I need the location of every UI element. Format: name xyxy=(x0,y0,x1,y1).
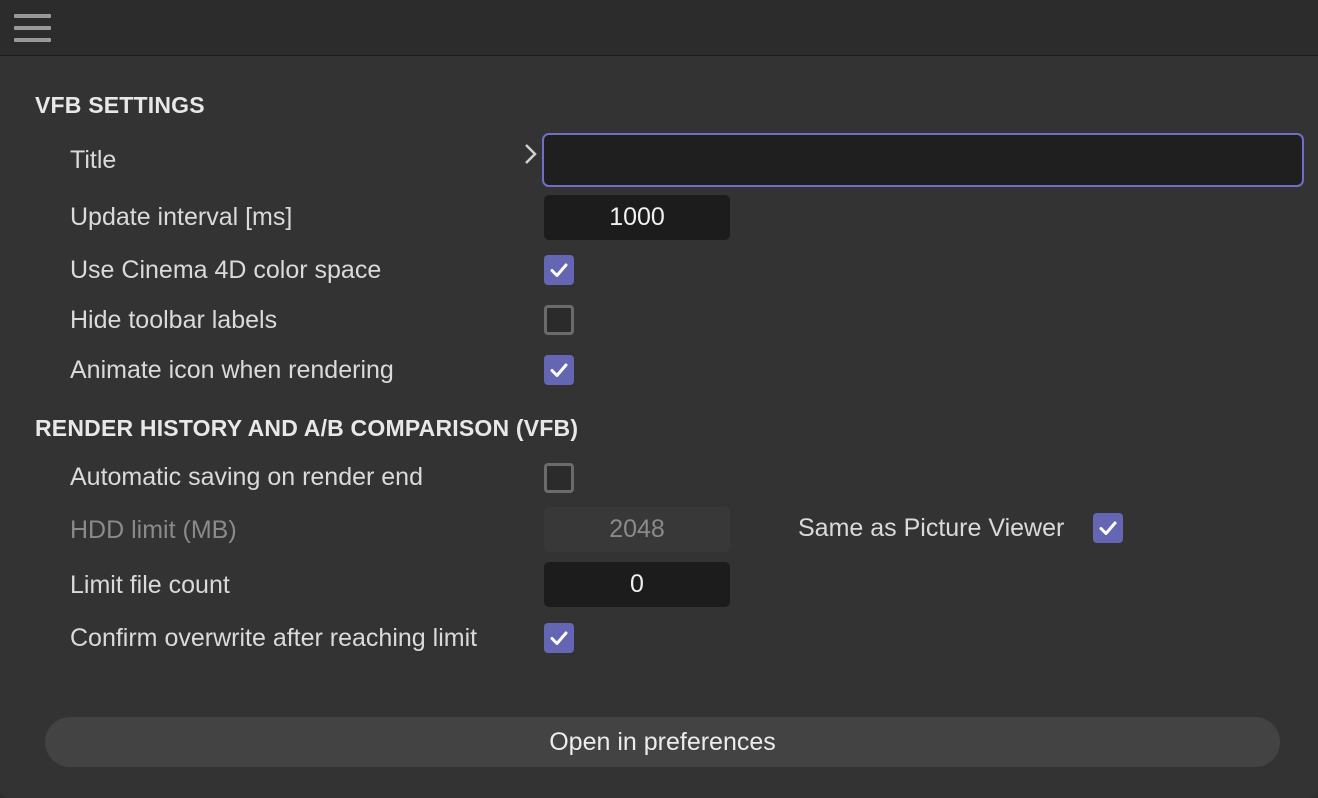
checkmark-icon xyxy=(550,363,568,377)
title-label: Title xyxy=(70,146,117,174)
hdd-limit-field[interactable]: 2048 xyxy=(544,507,730,552)
checkmark-icon xyxy=(1099,521,1117,535)
vfb-settings-panel: VFB SETTINGS Title Update interval [ms] … xyxy=(0,0,1318,798)
use-c4d-color-checkbox[interactable] xyxy=(544,255,574,285)
hide-toolbar-labels-label: Hide toolbar labels xyxy=(70,306,278,334)
limit-file-count-label: Limit file count xyxy=(70,571,230,599)
render-history-heading: RENDER HISTORY AND A/B COMPARISON (VFB) xyxy=(35,415,579,441)
confirm-overwrite-checkbox[interactable] xyxy=(544,623,574,653)
update-interval-field[interactable]: 1000 xyxy=(544,195,730,240)
hide-toolbar-labels-checkbox[interactable] xyxy=(544,305,574,335)
checkmark-icon xyxy=(550,631,568,645)
top-toolbar xyxy=(0,0,1318,56)
auto-saving-checkbox[interactable] xyxy=(544,463,574,493)
vfb-settings-heading: VFB SETTINGS xyxy=(35,92,205,118)
hamburger-menu-icon[interactable] xyxy=(14,14,51,42)
use-c4d-color-label: Use Cinema 4D color space xyxy=(70,256,382,284)
hdd-limit-label: HDD limit (MB) xyxy=(70,516,237,544)
animate-icon-checkbox[interactable] xyxy=(544,355,574,385)
same-as-picture-viewer-label: Same as Picture Viewer xyxy=(798,514,1065,542)
update-interval-label: Update interval [ms] xyxy=(70,203,293,231)
checkmark-icon xyxy=(550,263,568,277)
confirm-overwrite-label: Confirm overwrite after reaching limit xyxy=(70,624,478,652)
chevron-right-icon[interactable] xyxy=(522,141,540,167)
limit-file-count-field[interactable]: 0 xyxy=(544,562,730,607)
animate-icon-label: Animate icon when rendering xyxy=(70,356,394,384)
title-input[interactable] xyxy=(542,133,1304,187)
open-in-preferences-button[interactable]: Open in preferences xyxy=(45,717,1280,767)
same-as-picture-viewer-checkbox[interactable] xyxy=(1093,513,1123,543)
auto-saving-label: Automatic saving on render end xyxy=(70,463,423,491)
